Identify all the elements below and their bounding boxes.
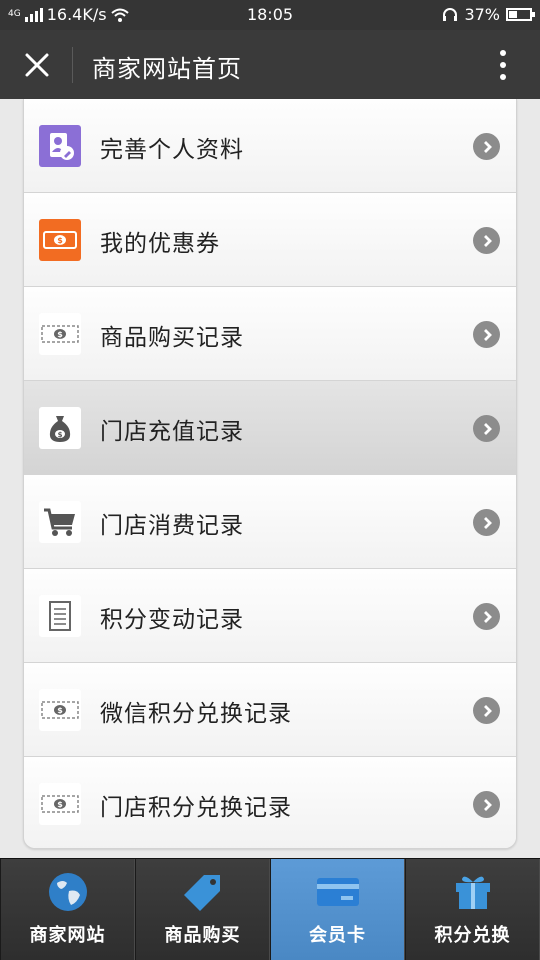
chevron-right-icon [473, 227, 500, 254]
status-right: 37% [442, 5, 535, 24]
bottom-tab-bar: 商家网站 商品购买 会员卡 积分兑换 [0, 858, 540, 960]
menu-item-label: 门店充值记录 [100, 419, 244, 445]
status-bar: 4G 16.4K/s 18:05 37% [0, 0, 540, 30]
more-dot [500, 50, 506, 56]
coupon-icon: $ [39, 219, 81, 261]
menu-item-label: 完善个人资料 [100, 137, 244, 163]
chevron-right-icon [473, 509, 500, 536]
banknote-icon: $ [39, 689, 81, 731]
menu-item-coupon[interactable]: $ 我的优惠券 [24, 193, 516, 287]
banknote-icon: $ [39, 783, 81, 825]
svg-text:$: $ [57, 800, 63, 809]
tab-label: 商品购买 [164, 925, 241, 946]
menu-item-label: 我的优惠券 [100, 231, 220, 257]
more-dot [500, 74, 506, 80]
chevron-right-icon [473, 603, 500, 630]
battery-percent: 37% [464, 5, 500, 24]
tab-merchant-site[interactable]: 商家网站 [0, 859, 135, 960]
close-button[interactable] [16, 44, 58, 86]
menu-item-label: 门店消费记录 [100, 513, 244, 539]
price-tag-icon [136, 871, 269, 913]
tab-member-card[interactable]: 会员卡 [270, 859, 405, 960]
close-icon [25, 53, 49, 77]
money-bag-icon: $ [39, 407, 81, 449]
menu-item-store-points-exchange-record[interactable]: $ 门店积分兑换记录 [24, 757, 516, 848]
member-menu-list: 完善个人资料 $ 我的优惠券 $ 商品购买记录 $ 门店充值记录 门店消费记录 … [23, 99, 517, 849]
member-card-icon [271, 871, 404, 913]
menu-item-points-change-record[interactable]: 积分变动记录 [24, 569, 516, 663]
more-button[interactable] [482, 44, 524, 86]
chevron-right-icon [473, 697, 500, 724]
svg-text:$: $ [58, 431, 63, 439]
gift-icon [406, 871, 539, 913]
globe-icon [1, 871, 134, 913]
svg-text:$: $ [57, 236, 63, 245]
document-icon [39, 595, 81, 637]
chevron-right-icon [473, 321, 500, 348]
menu-item-profile[interactable]: 完善个人资料 [24, 99, 516, 193]
title-bar: 商家网站首页 [0, 30, 540, 99]
menu-item-label: 积分变动记录 [100, 607, 244, 633]
tab-label: 商家网站 [29, 925, 106, 946]
menu-item-label: 商品购买记录 [100, 325, 244, 351]
svg-text:$: $ [57, 330, 63, 339]
tab-label: 会员卡 [309, 925, 366, 946]
chevron-right-icon [473, 133, 500, 160]
menu-item-label: 微信积分兑换记录 [100, 701, 292, 727]
tab-points-exchange[interactable]: 积分兑换 [405, 859, 540, 960]
headset-icon [443, 7, 458, 21]
title-divider [72, 47, 73, 83]
menu-item-recharge-record[interactable]: $ 门店充值记录 [24, 381, 516, 475]
menu-item-consumption-record[interactable]: 门店消费记录 [24, 475, 516, 569]
tab-label: 积分兑换 [434, 925, 511, 946]
battery-icon [506, 8, 535, 21]
banknote-icon: $ [39, 313, 81, 355]
chevron-right-icon [473, 791, 500, 818]
shopping-cart-icon [39, 501, 81, 543]
more-dot [500, 62, 506, 68]
svg-text:$: $ [57, 706, 63, 715]
profile-edit-icon [39, 125, 81, 167]
menu-item-label: 门店积分兑换记录 [100, 795, 292, 821]
menu-item-wechat-points-exchange-record[interactable]: $ 微信积分兑换记录 [24, 663, 516, 757]
tab-product-purchase[interactable]: 商品购买 [135, 859, 270, 960]
menu-item-purchase-record[interactable]: $ 商品购买记录 [24, 287, 516, 381]
chevron-right-icon [473, 415, 500, 442]
page-title: 商家网站首页 [92, 55, 242, 83]
